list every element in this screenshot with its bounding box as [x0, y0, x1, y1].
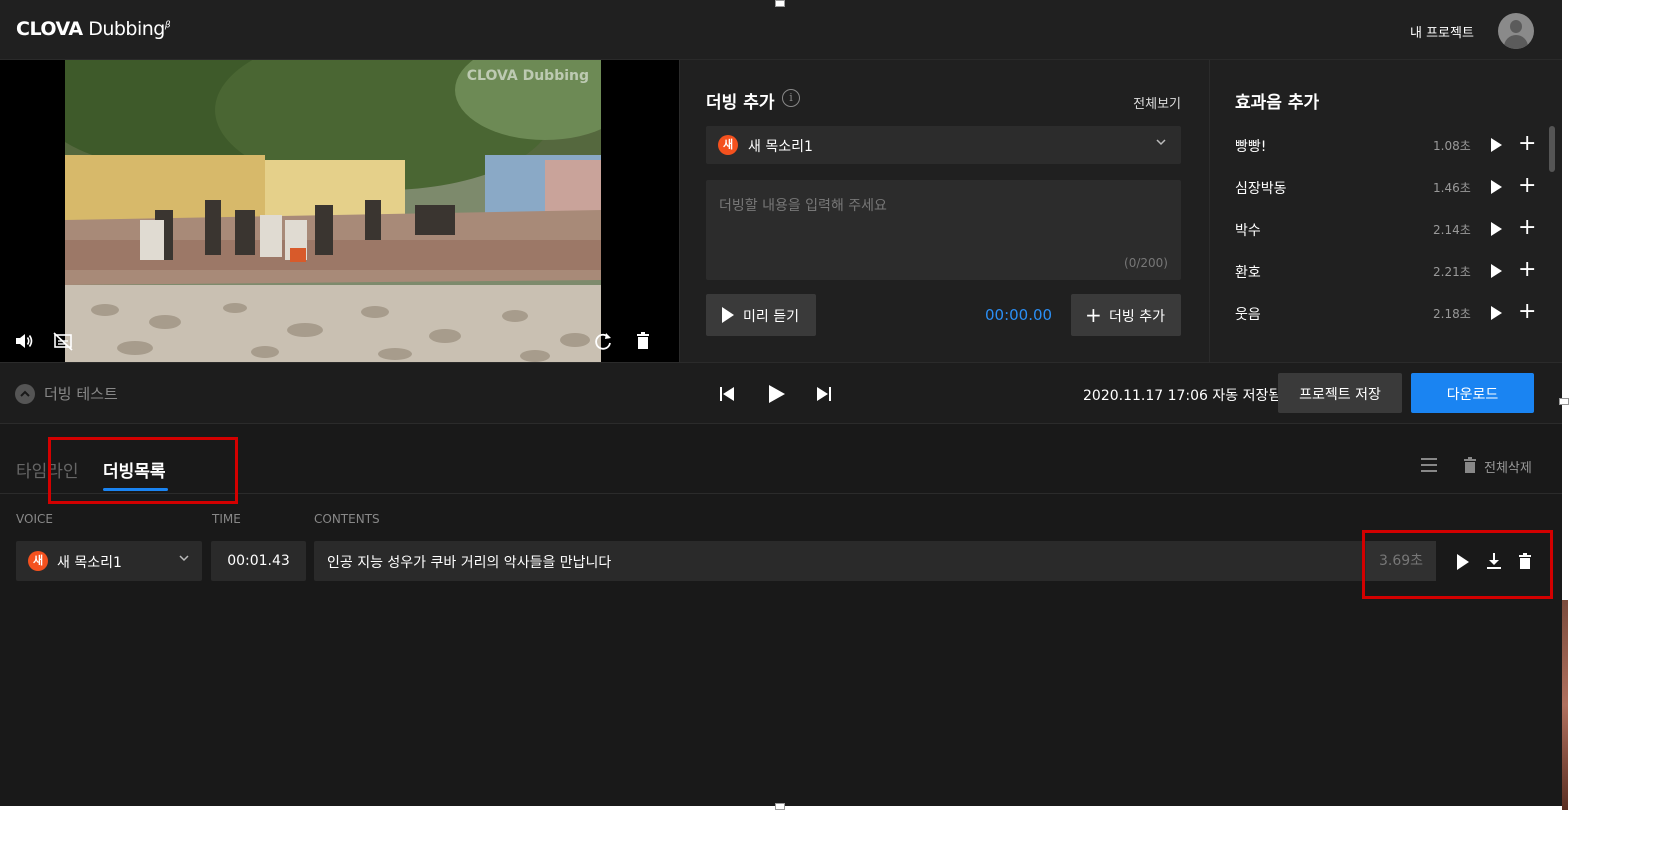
resize-handle-bottom[interactable]	[775, 803, 785, 810]
add-icon[interactable]: +	[1518, 173, 1536, 198]
my-projects-link[interactable]: 내 프로젝트	[1410, 22, 1474, 41]
dub-text-placeholder: 더빙할 내용을 입력해 주세요	[719, 198, 887, 214]
save-project-label: 프로젝트 저장	[1299, 387, 1381, 403]
info-icon[interactable]: i	[782, 89, 800, 107]
resize-handle-right[interactable]	[1559, 398, 1569, 405]
new-voice-badge: 새	[718, 135, 738, 155]
sfx-name: 박수	[1235, 223, 1261, 239]
play-icon[interactable]	[1491, 180, 1502, 194]
download-button[interactable]: 다운로드	[1411, 373, 1534, 413]
play-icon[interactable]	[1491, 264, 1502, 278]
sfx-title: 효과음 추가	[1235, 93, 1320, 113]
new-voice-badge: 새	[28, 551, 48, 571]
dub-text-input[interactable]: 더빙할 내용을 입력해 주세요 (0/200)	[706, 180, 1181, 280]
app-window: CLOVA Dubbingβ 내 프로젝트 CLOVA Dubbing 더빙 추…	[0, 0, 1562, 806]
window-edge-right	[1562, 0, 1664, 862]
play-icon[interactable]	[1491, 138, 1502, 152]
play-icon[interactable]	[1491, 306, 1502, 320]
menu-icon[interactable]	[1421, 458, 1437, 472]
sfx-item: 박수 2.14초 +	[1235, 215, 1540, 241]
column-header-time: TIME	[212, 512, 241, 526]
sfx-item: 환호 2.21초 +	[1235, 257, 1540, 283]
plus-icon: +	[1085, 303, 1102, 327]
chevron-down-icon	[178, 552, 190, 567]
sfx-item: 웃음 2.18초 +	[1235, 299, 1540, 325]
sfx-duration: 2.18초	[1433, 307, 1471, 321]
video-panel: CLOVA Dubbing	[0, 60, 679, 362]
sfx-duration: 2.21초	[1433, 265, 1471, 279]
autosave-status: 2020.11.17 17:06 자동 저장됨	[1083, 388, 1282, 404]
sfx-name: 심장박동	[1235, 181, 1287, 197]
sfx-duration: 1.46초	[1433, 181, 1471, 195]
dub-add-panel: 더빙 추가 i 전체보기 새 새 목소리1 더빙할 내용을 입력해 주세요 (0…	[679, 60, 1209, 362]
save-project-button[interactable]: 프로젝트 저장	[1278, 373, 1402, 413]
sfx-name: 웃음	[1235, 307, 1261, 323]
subtitle-off-icon[interactable]	[52, 330, 74, 352]
skip-previous-icon[interactable]	[719, 386, 735, 402]
row-voice-select[interactable]: 새 새 목소리1	[16, 541, 202, 581]
time-display: 00:00.00	[985, 306, 1053, 324]
voice-select-label: 새 목소리1	[748, 139, 813, 155]
sfx-name: 빵빵!	[1235, 139, 1267, 155]
sfx-duration: 1.08초	[1433, 139, 1471, 153]
project-name[interactable]: 더빙 테스트	[44, 383, 118, 404]
add-icon[interactable]: +	[1518, 257, 1536, 282]
dub-add-title: 더빙 추가	[706, 93, 775, 113]
delete-all-button[interactable]: 전체삭제	[1462, 456, 1532, 476]
delete-all-label: 전체삭제	[1484, 461, 1532, 476]
add-dub-button-label: 더빙 추가	[1109, 309, 1165, 325]
header: CLOVA Dubbingβ 내 프로젝트	[0, 0, 1562, 60]
view-all-link[interactable]: 전체보기	[1133, 93, 1181, 112]
playback-bar: 더빙 테스트 2020.11.17 17:06 자동 저장됨 프로젝트 저장 다…	[0, 362, 1562, 424]
window-edge-bottom	[0, 806, 1562, 862]
add-dub-button[interactable]: + 더빙 추가	[1071, 294, 1181, 336]
row-contents-text: 인공 지능 성우가 쿠바 거리의 악사들을 만납니다	[327, 555, 612, 571]
trash-icon	[1464, 457, 1476, 473]
voice-select[interactable]: 새 새 목소리1	[706, 126, 1181, 164]
highlight-box-tab	[48, 437, 238, 504]
add-icon[interactable]: +	[1518, 131, 1536, 156]
sfx-scrollbar[interactable]	[1549, 126, 1555, 172]
sfx-name: 환호	[1235, 265, 1261, 281]
video-preview[interactable]: CLOVA Dubbing	[65, 60, 601, 362]
dub-list-row: 새 새 목소리1 00:01.43 인공 지능 성우가 쿠바 거리의 악사들을 …	[0, 541, 1562, 583]
preview-button[interactable]: 미리 듣기	[706, 294, 816, 336]
add-icon[interactable]: +	[1518, 215, 1536, 240]
row-voice-label: 새 목소리1	[57, 555, 122, 571]
play-icon	[722, 307, 734, 323]
trash-icon[interactable]	[632, 330, 654, 352]
row-contents-input[interactable]: 인공 지능 성우가 쿠바 거리의 악사들을 만납니다	[314, 541, 1436, 581]
logo[interactable]: CLOVA Dubbingβ	[16, 18, 171, 40]
play-icon[interactable]	[1491, 222, 1502, 236]
chevron-up-icon[interactable]	[15, 384, 35, 404]
download-label: 다운로드	[1446, 387, 1499, 403]
highlight-box-row-actions	[1362, 530, 1553, 599]
column-header-voice: VOICE	[16, 512, 53, 526]
column-headers: VOICE TIME CONTENTS	[0, 510, 1562, 530]
char-counter: (0/200)	[1124, 256, 1168, 270]
avatar[interactable]	[1498, 13, 1534, 49]
sfx-item: 빵빵! 1.08초 +	[1235, 131, 1540, 157]
video-watermark: CLOVA Dubbing	[466, 68, 589, 84]
sfx-duration: 2.14초	[1433, 223, 1471, 237]
sfx-item: 심장박동 1.46초 +	[1235, 173, 1540, 199]
sfx-panel: 효과음 추가 빵빵! 1.08초 + 심장박동 1.46초 + 박수 2.14초…	[1209, 60, 1562, 362]
skip-next-icon[interactable]	[816, 386, 832, 402]
chevron-down-icon	[1155, 136, 1167, 151]
row-time-input[interactable]: 00:01.43	[211, 541, 306, 581]
preview-button-label: 미리 듣기	[743, 309, 799, 325]
volume-icon[interactable]	[13, 330, 35, 352]
resize-handle-top[interactable]	[775, 0, 785, 7]
column-header-contents: CONTENTS	[314, 512, 380, 526]
refresh-icon[interactable]	[592, 330, 614, 352]
add-icon[interactable]: +	[1518, 299, 1536, 324]
play-icon[interactable]	[768, 384, 786, 404]
